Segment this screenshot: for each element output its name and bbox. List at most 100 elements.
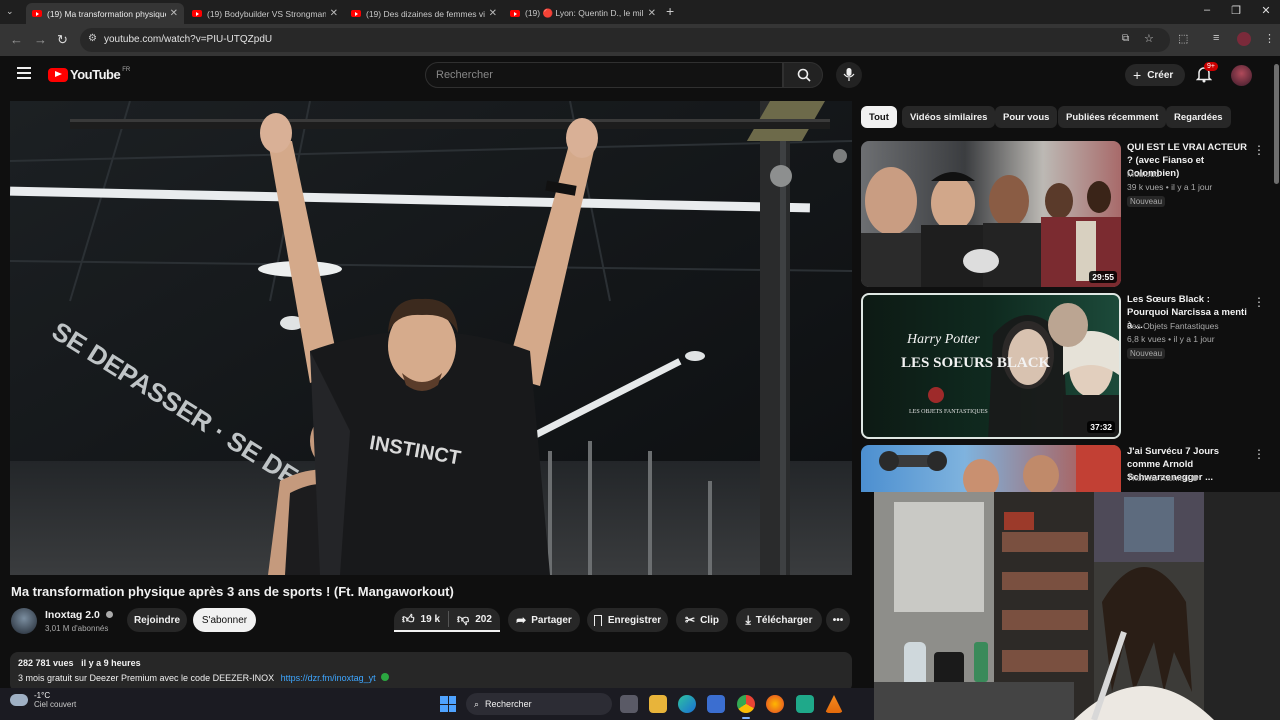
file-explorer-icon[interactable] — [649, 695, 667, 713]
search-icon — [797, 68, 811, 82]
dislike-button[interactable]: 👎︎ 202 — [457, 612, 492, 627]
description-link[interactable]: https://dzr.fm/inoxtag_yt — [281, 673, 376, 683]
vlc-icon[interactable] — [825, 695, 843, 713]
search-button[interactable] — [783, 62, 823, 88]
download-button[interactable]: ⤓ Télécharger — [736, 608, 822, 632]
create-button[interactable]: + Créer — [1125, 64, 1185, 86]
divider — [448, 611, 450, 627]
browser-toolbar: ← → ↻ ⚙ youtube.com/watch?v=PIU-UTQZpdU … — [0, 24, 1280, 56]
extensions-icon[interactable]: ⬚ — [1178, 32, 1188, 45]
video-thumbnail[interactable] — [861, 445, 1121, 492]
video-thumbnail[interactable]: 29:55 — [861, 141, 1121, 287]
more-vertical-icon[interactable]: ⋮ — [1253, 143, 1265, 157]
chip-watched[interactable]: Regardées — [1166, 106, 1231, 128]
chip-all[interactable]: Tout — [861, 106, 897, 128]
close-tab-icon[interactable]: ✕ — [330, 8, 338, 19]
store-icon[interactable] — [707, 695, 725, 713]
site-info-icon[interactable]: ⚙ — [88, 33, 97, 44]
back-icon[interactable]: ← — [10, 32, 23, 47]
recommendation-meta: 6,8 k vues • il y a 1 jour — [1127, 334, 1215, 344]
more-vertical-icon[interactable]: ⋮ — [1253, 295, 1265, 309]
close-tab-icon[interactable]: ✕ — [489, 8, 497, 19]
more-vertical-icon[interactable]: ⋮ — [1253, 447, 1265, 461]
tab-2[interactable]: (19) Bodybuilder VS Strongman ✕ — [186, 3, 344, 24]
description-box[interactable]: 282 781 vues il y a 9 heures 3 mois grat… — [10, 652, 852, 692]
taskbar: -1°C Ciel couvert ⌕ Rechercher — [0, 688, 874, 720]
webcam-image — [874, 492, 1280, 720]
channel-avatar[interactable] — [11, 608, 37, 634]
channel-name[interactable]: Inoxtag 2.0 — [45, 609, 113, 621]
install-app-icon[interactable]: ⧉ — [1122, 33, 1129, 44]
weather-widget[interactable]: -1°C Ciel couvert — [10, 691, 76, 709]
voice-search-button[interactable] — [836, 62, 862, 88]
clip-button[interactable]: ✂ Clip — [676, 608, 728, 632]
new-tab-icon[interactable]: + — [666, 3, 674, 19]
video-thumbnail[interactable]: Harry Potter LES SOEURS BLACK LES OBJETS… — [861, 293, 1121, 439]
dislike-count: 202 — [475, 613, 492, 625]
recommendation-channel[interactable]: Thomas Rainieri — [1127, 473, 1198, 483]
subscribe-button[interactable]: S'abonner — [193, 608, 256, 632]
windows-icon — [440, 696, 448, 704]
chrome-icon[interactable] — [737, 695, 755, 713]
account-avatar[interactable] — [1231, 65, 1252, 86]
join-button[interactable]: Rejoindre — [127, 608, 187, 632]
recommendation-item[interactable]: Harry Potter LES SOEURS BLACK LES OBJETS… — [861, 293, 1271, 439]
close-window-icon[interactable]: ✕ — [1257, 4, 1275, 17]
share-button[interactable]: ➦ Partager — [508, 608, 580, 632]
start-button[interactable] — [440, 696, 456, 712]
profile-avatar[interactable] — [1237, 32, 1251, 46]
notifications-button[interactable]: 9+ — [1195, 62, 1218, 88]
more-horizontal-icon: ••• — [832, 614, 844, 626]
like-button[interactable]: 👍︎ 19 k — [402, 612, 440, 627]
taskbar-search-label: Rechercher — [485, 699, 532, 709]
search-icon: ⌕ — [474, 698, 480, 709]
close-tab-icon[interactable]: ✕ — [648, 8, 656, 19]
taskbar-search[interactable]: ⌕ Rechercher — [466, 693, 612, 715]
reload-icon[interactable]: ↻ — [57, 32, 68, 48]
chrome-menu-icon[interactable]: ⋮ — [1264, 32, 1275, 45]
chip-recent[interactable]: Publiées récemment — [1058, 106, 1167, 128]
video-frame: SE DEPASSER · SE DEPASSER INSTINCT — [10, 101, 852, 575]
recommendation-channel[interactable]: Les Objets Fantastiques — [1127, 321, 1219, 331]
chip-similar[interactable]: Vidéos similaires — [902, 106, 996, 128]
scrollbar[interactable] — [1274, 64, 1279, 184]
search-placeholder: Rechercher — [436, 69, 493, 81]
tab-1[interactable]: (19) Ma transformation physique ✕ — [26, 3, 184, 24]
share-label: Partager — [531, 614, 572, 626]
recommendation-item[interactable]: J'ai Survécu 7 Jours comme Arnold Schwar… — [861, 445, 1271, 492]
view-stats: 282 781 vues il y a 9 heures — [18, 658, 141, 668]
active-app-indicator — [742, 717, 750, 719]
minimize-icon[interactable]: – — [1198, 4, 1216, 16]
close-tab-icon[interactable]: ✕ — [170, 8, 178, 19]
notification-badge: 9+ — [1204, 62, 1218, 71]
task-view-icon[interactable] — [620, 695, 638, 713]
clip-label: Clip — [700, 614, 719, 626]
app-icon[interactable] — [796, 695, 814, 713]
hamburger-menu-icon[interactable] — [17, 67, 31, 79]
tab-3[interactable]: (19) Des dizaines de femmes vi ✕ — [345, 3, 503, 24]
maximize-icon[interactable]: ❐ — [1227, 4, 1245, 17]
chip-for-you[interactable]: Pour vous — [995, 106, 1058, 128]
save-button[interactable]: Enregistrer — [587, 608, 668, 632]
bookmark-star-icon[interactable]: ☆ — [1144, 32, 1154, 45]
edge-icon[interactable] — [678, 695, 696, 713]
more-actions-button[interactable]: ••• — [826, 608, 850, 632]
create-label: Créer — [1147, 69, 1174, 81]
recommendation-item[interactable]: 29:55 QUI EST LE VRAI ACTEUR ? (avec Fia… — [861, 141, 1271, 287]
bookmark-icon — [593, 614, 602, 626]
address-bar[interactable]: ⚙ youtube.com/watch?v=PIU-UTQZpdU ⧉ ☆ — [80, 28, 1170, 52]
duration-badge: 29:55 — [1089, 271, 1117, 283]
firefox-icon[interactable] — [766, 695, 784, 713]
youtube-logo[interactable]: YouTube FR — [48, 67, 130, 82]
url-text: youtube.com/watch?v=PIU-UTQZpdU — [104, 34, 273, 45]
recommendation-channel[interactable]: Mouloud — [1127, 169, 1160, 179]
youtube-favicon-icon — [32, 10, 42, 17]
new-badge: Nouveau — [1127, 196, 1166, 207]
tab-list-chevron-icon[interactable]: ⌄ — [6, 6, 14, 17]
search-input[interactable]: Rechercher — [425, 62, 783, 88]
video-player[interactable]: SE DEPASSER · SE DEPASSER INSTINCT — [10, 101, 852, 575]
forward-icon[interactable]: → — [34, 32, 47, 47]
media-control-icon[interactable]: ≡ — [1213, 32, 1219, 44]
tab-4[interactable]: (19) 🔴 Lyon: Quentin D., le mil ✕ — [504, 3, 662, 24]
verified-icon — [105, 611, 113, 618]
